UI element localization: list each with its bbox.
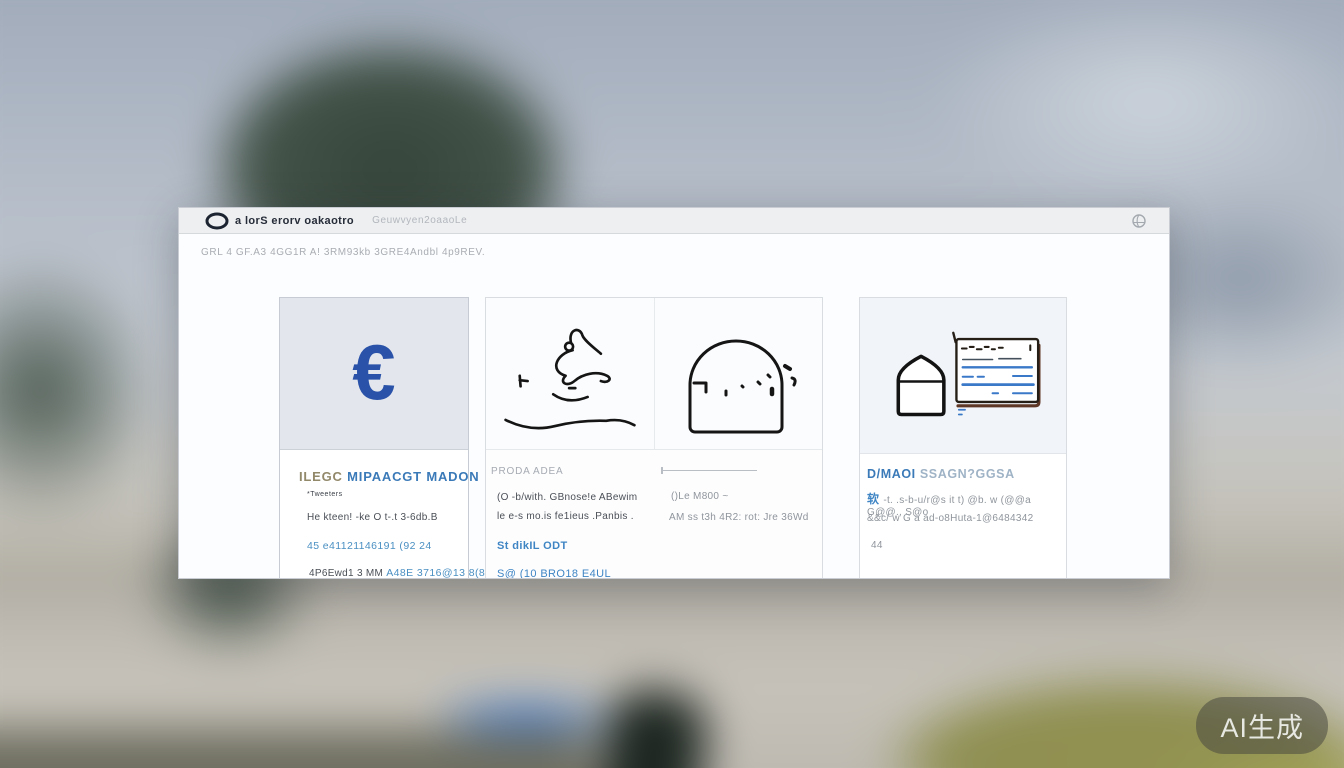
dome-sketch-half xyxy=(654,298,822,449)
card-euro-micro-text: *Tweeters xyxy=(307,491,343,498)
card-document-icon-area xyxy=(860,298,1066,454)
card-document-title: D/MAOI SSAGN?GGSA xyxy=(867,467,1015,481)
bg-blue-streak xyxy=(430,702,620,732)
card-euro-line3-dark: 4P6Ewd1 3 MM xyxy=(309,568,383,579)
card-euro-line1: He kteen! -ke O t-.t 3-6db.B xyxy=(307,512,438,523)
card-document-line2: &&c/ w G a ad-o8Huta-1@6484342 xyxy=(867,513,1055,524)
card-bird-link1[interactable]: St dikIL ODT xyxy=(497,540,568,552)
card-document-title-main: SSAGN?GGSA xyxy=(920,467,1015,481)
brand-oval-icon xyxy=(205,212,229,230)
window-header: a lorS erorv oakaotro Geuwvyen2oaaoLe xyxy=(179,208,1169,234)
bird-sketch-half xyxy=(486,298,654,449)
card-bird-line1: (O -b/with. GBnose!e ABewim xyxy=(497,492,637,503)
bg-dark-corner xyxy=(0,730,590,768)
envelope-document-icon xyxy=(881,316,1046,436)
brand-text: a lorS erorv oakaotro xyxy=(235,215,354,227)
card-euro-title-accent: ILEGC xyxy=(299,469,343,484)
card-document-title-accent: D/MAOI xyxy=(867,467,916,481)
card-middle[interactable] xyxy=(485,297,823,579)
brand-logo-link[interactable]: a lorS erorv oakaotro xyxy=(205,212,354,230)
card-dome-rule xyxy=(661,470,757,471)
ai-generated-watermark: AI生成 xyxy=(1196,697,1328,754)
euro-symbol-icon: € xyxy=(352,333,395,411)
dome-sketch-icon xyxy=(668,309,808,439)
card-euro-line3: 4P6Ewd1 3 MM A48E 3716@13 8(8)W xyxy=(309,567,499,579)
app-window: a lorS erorv oakaotro Geuwvyen2oaaoLe GR… xyxy=(178,207,1170,579)
page-subtitle: GRL 4 GF.A3 4GG1R A! 3RM93kb 3GRE4Andbl … xyxy=(201,247,485,258)
screenshot-stage: a lorS erorv oakaotro Geuwvyen2oaaoLe GR… xyxy=(0,0,1344,768)
card-bird-link2[interactable]: S@ (10 BRO18 E4UL xyxy=(497,568,611,579)
card-euro-line3-blue: A48E 3716@13 8(8)W xyxy=(386,567,499,579)
card-middle-icon-area xyxy=(486,298,822,450)
middle-card-divider xyxy=(654,298,655,449)
card-dome-line1: ()Le M800 ~ xyxy=(671,491,729,502)
card-bird-header: PRODA ADEA xyxy=(491,466,563,477)
card-bird-line2: le e-s mo.is fe1ieus .Panbis . xyxy=(497,511,634,522)
header-nav-text[interactable]: Geuwvyen2oaaoLe xyxy=(372,215,467,226)
globe-icon[interactable] xyxy=(1131,213,1147,229)
bird-sketch-icon xyxy=(495,309,645,439)
card-euro-icon-area: € xyxy=(280,298,468,450)
card-euro-title-main: MIPAACGT MADON xyxy=(347,469,479,484)
card-euro[interactable]: € xyxy=(279,297,469,579)
card-euro-title: ILEGC MIPAACGT MADON xyxy=(299,469,479,484)
card-document[interactable] xyxy=(859,297,1067,579)
card-document-line3: 44 xyxy=(871,540,883,551)
card-euro-line2: 45 e41121146191 (92 24 xyxy=(307,540,432,552)
card-dome-line2: AM ss t3h 4R2: rot: Jre 36Wd xyxy=(669,512,809,523)
card-document-cjk-badge: 软 xyxy=(867,492,879,506)
